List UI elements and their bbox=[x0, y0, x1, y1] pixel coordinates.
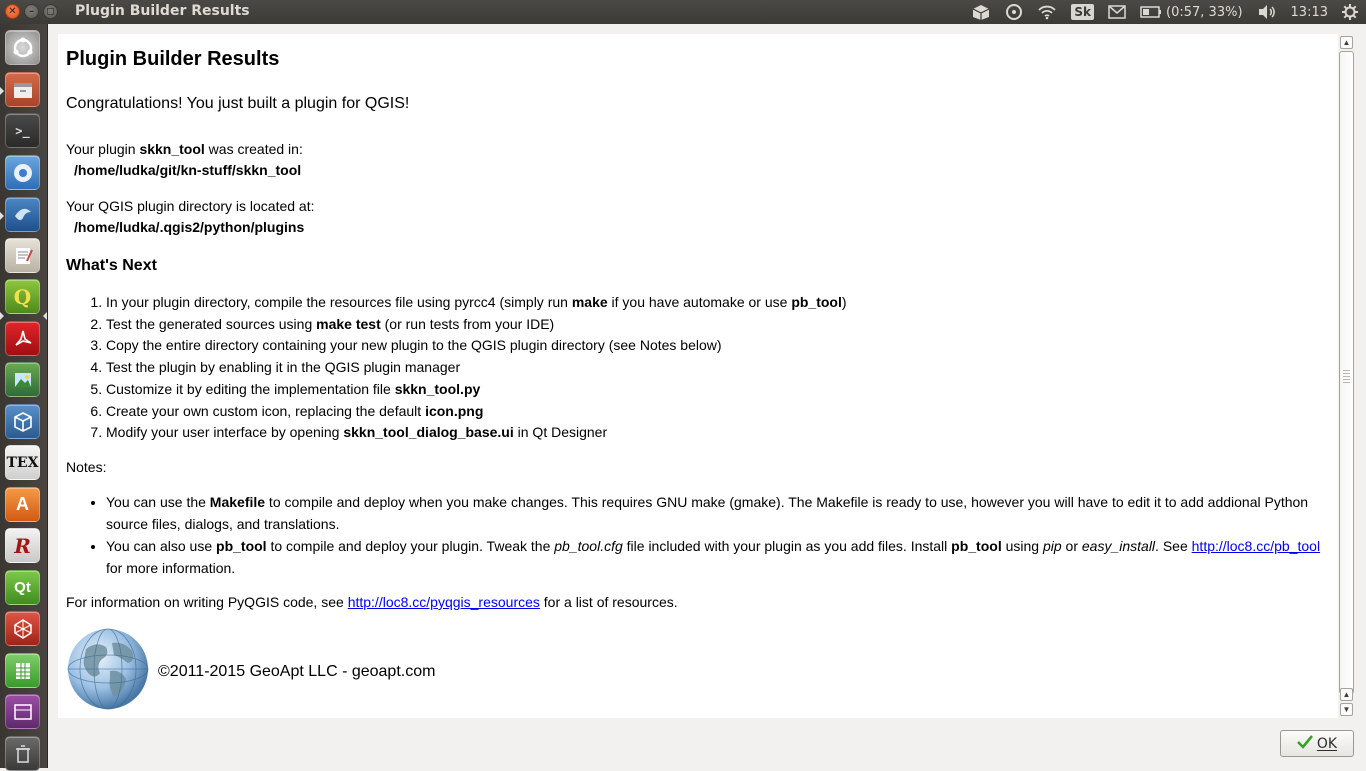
plugin-dir-path: /home/ludka/.qgis2/python/plugins bbox=[74, 219, 305, 235]
scroll-up-arrow-icon[interactable]: ▲ bbox=[1340, 688, 1353, 701]
dash-icon[interactable] bbox=[5, 30, 40, 65]
launcher: >_ Q TEX A R Qt bbox=[0, 24, 48, 771]
results-browser[interactable]: Plugin Builder Results Congratulations! … bbox=[58, 34, 1338, 718]
system-tray: Sk (0:57, 33%) 13:13 bbox=[971, 0, 1358, 24]
qt-creator-icon[interactable]: Qt bbox=[5, 570, 40, 605]
spreadsheet-icon[interactable] bbox=[5, 653, 40, 688]
plugin-dir-label: Your QGIS plugin directory is located at… bbox=[66, 198, 315, 214]
grip-line bbox=[1343, 379, 1350, 380]
sync-icon[interactable] bbox=[1005, 3, 1023, 21]
scroll-up-arrow-icon[interactable]: ▲ bbox=[1340, 36, 1353, 49]
vertical-scrollbar[interactable]: ▲ ▲ ▼ bbox=[1339, 34, 1355, 718]
scroll-down-arrow-icon[interactable]: ▼ bbox=[1340, 703, 1353, 716]
list-item: Test the generated sources using make te… bbox=[106, 314, 1330, 336]
plugin-name: skkn_tool bbox=[139, 141, 205, 157]
thunderbird-icon[interactable] bbox=[5, 197, 40, 232]
grip-line bbox=[1343, 373, 1350, 374]
list-item: You can use the Makefile to compile and … bbox=[106, 491, 1330, 535]
active-indicator bbox=[43, 312, 47, 320]
footer: ©2011-2015 GeoApt LLC - geoapt.com bbox=[66, 627, 1330, 717]
scrollbar-thumb[interactable] bbox=[1339, 51, 1354, 694]
mail-icon[interactable] bbox=[1108, 5, 1126, 19]
results-document: Plugin Builder Results Congratulations! … bbox=[58, 34, 1338, 718]
battery-indicator[interactable]: (0:57, 33%) bbox=[1140, 5, 1243, 20]
window-controls: ✕ – ◻ bbox=[5, 4, 58, 19]
list-item: Customize it by editing the implementati… bbox=[106, 379, 1330, 401]
pyqgis-info: For information on writing PyQGIS code, … bbox=[66, 593, 678, 610]
congratulations-text: Congratulations! You just built a plugin… bbox=[66, 95, 410, 112]
list-item: Modify your user interface by opening sk… bbox=[106, 422, 1330, 444]
pdf-reader-icon[interactable] bbox=[5, 321, 40, 356]
battery-icon bbox=[1140, 6, 1162, 18]
wifi-icon[interactable] bbox=[1037, 4, 1057, 20]
chromium-icon[interactable] bbox=[5, 155, 40, 190]
clock[interactable]: 13:13 bbox=[1291, 5, 1328, 20]
trash-icon[interactable] bbox=[5, 736, 40, 771]
checkmark-icon bbox=[1296, 734, 1313, 753]
list-item: You can also use pb_tool to compile and … bbox=[106, 535, 1330, 579]
list-item: Copy the entire directory containing you… bbox=[106, 335, 1330, 357]
window-title: Plugin Builder Results bbox=[75, 3, 250, 19]
list-item: Test the plugin by enabling it in the QG… bbox=[106, 357, 1330, 379]
list-item: In your plugin directory, compile the re… bbox=[106, 292, 1330, 314]
file-manager-icon[interactable] bbox=[5, 72, 40, 107]
top-panel: ✕ – ◻ Plugin Builder Results Sk (0:57, 3… bbox=[0, 0, 1366, 24]
ok-button[interactable]: OK bbox=[1280, 730, 1354, 757]
running-indicator bbox=[0, 87, 4, 95]
pb-tool-link[interactable]: http://loc8.cc/pb_tool bbox=[1192, 538, 1320, 554]
created-path: /home/ludka/git/kn-stuff/skkn_tool bbox=[74, 162, 302, 178]
created-in-label: Your plugin skkn_tool was created in: bbox=[66, 141, 303, 157]
next-steps-list: In your plugin directory, compile the re… bbox=[66, 292, 1330, 444]
rstudio-icon[interactable]: R bbox=[5, 528, 40, 563]
keyboard-layout-indicator[interactable]: Sk bbox=[1071, 4, 1095, 20]
text-editor-icon[interactable] bbox=[5, 238, 40, 273]
running-indicator bbox=[0, 212, 4, 220]
grip-line bbox=[1343, 370, 1350, 371]
minimize-window-button[interactable]: – bbox=[24, 4, 39, 19]
settings-gear-icon[interactable] bbox=[1342, 4, 1358, 20]
battery-status: (0:57, 33%) bbox=[1166, 4, 1243, 20]
ok-button-label: OK bbox=[1316, 735, 1338, 752]
texmaker-icon[interactable]: TEX bbox=[5, 445, 40, 480]
terminal-icon[interactable]: >_ bbox=[5, 113, 40, 148]
image-viewer-icon[interactable] bbox=[5, 362, 40, 397]
close-window-button[interactable]: ✕ bbox=[5, 4, 20, 19]
grip-line bbox=[1343, 382, 1350, 383]
grip-line bbox=[1343, 376, 1350, 377]
globe-icon bbox=[66, 627, 150, 717]
notes-label: Notes: bbox=[66, 458, 107, 475]
network-tool-icon[interactable] bbox=[5, 611, 40, 646]
volume-icon[interactable] bbox=[1257, 4, 1277, 20]
copyright-text: ©2011-2015 GeoApt LLC - geoapt.com bbox=[158, 663, 436, 681]
qgis-icon[interactable]: Q bbox=[5, 279, 40, 314]
pyqgis-resources-link[interactable]: http://loc8.cc/pyqgis_resources bbox=[348, 594, 540, 610]
software-center-icon[interactable]: A bbox=[5, 487, 40, 522]
running-indicator bbox=[0, 312, 4, 320]
whats-next-heading: What's Next bbox=[66, 257, 157, 274]
list-item: Create your own custom icon, replacing t… bbox=[106, 401, 1330, 423]
page-title: Plugin Builder Results bbox=[66, 48, 280, 70]
maximize-window-button[interactable]: ◻ bbox=[43, 4, 58, 19]
workspace-switcher-icon[interactable] bbox=[5, 694, 40, 729]
virtualbox-icon[interactable] bbox=[5, 404, 40, 439]
dropbox-icon[interactable] bbox=[971, 3, 991, 21]
notes-list: You can use the Makefile to compile and … bbox=[66, 491, 1330, 579]
